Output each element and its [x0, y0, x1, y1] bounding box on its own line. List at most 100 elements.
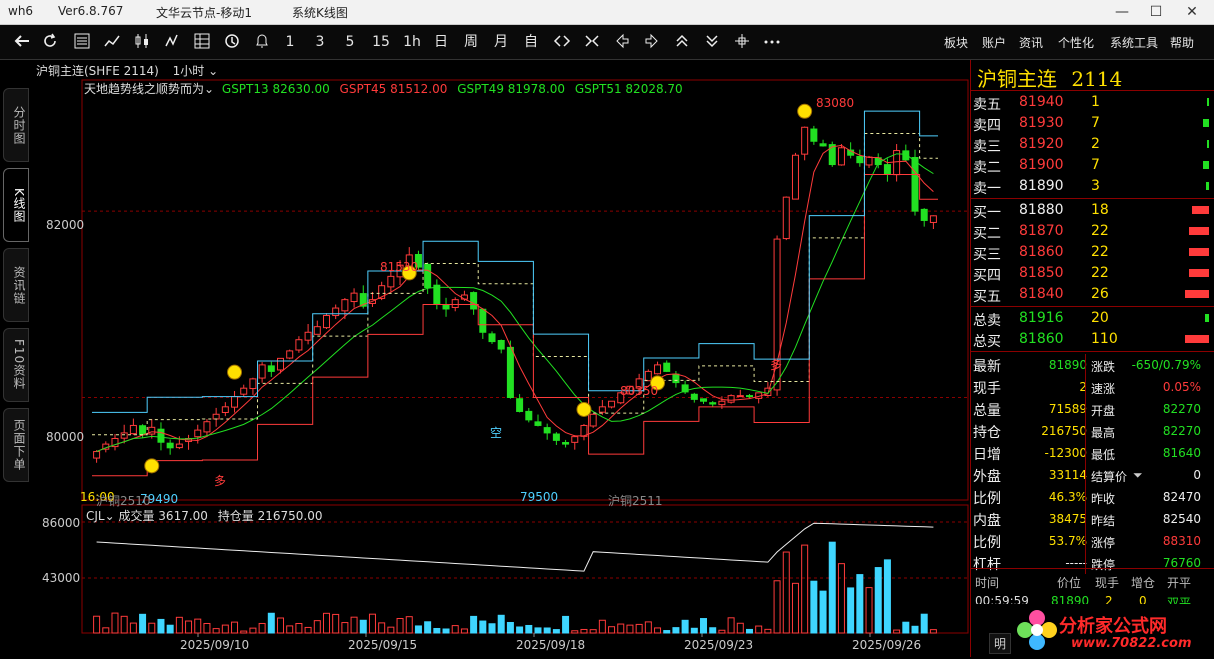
chevron-down-icon[interactable]: [702, 32, 722, 52]
scroll-left-icon[interactable]: [612, 32, 632, 52]
menu-personalize[interactable]: 个性化: [1058, 34, 1094, 51]
chevron-down-icon[interactable]: ⌄: [204, 64, 218, 78]
period-month-button[interactable]: 月: [492, 32, 510, 52]
order-book-row[interactable]: 买二 81870 22: [971, 221, 1214, 242]
trough-label: 79500: [520, 490, 559, 504]
chart-period[interactable]: 1小时: [173, 64, 205, 78]
menu-account[interactable]: 账户: [982, 34, 1006, 51]
period-3min-button[interactable]: 3: [312, 32, 328, 52]
period-15min-button[interactable]: 15: [370, 32, 392, 52]
volume-bar: [506, 621, 514, 634]
stat-key: 比例: [973, 491, 1001, 507]
book-level-label: 买一: [973, 205, 1001, 221]
more-icon[interactable]: [762, 32, 782, 52]
book-volume: 7: [1091, 157, 1100, 173]
volume-bar: [341, 622, 349, 634]
tab-details[interactable]: 明: [989, 633, 1012, 654]
list-icon[interactable]: [72, 32, 92, 52]
zoom-out-icon[interactable]: [582, 32, 602, 52]
volume-bar: [718, 629, 726, 634]
period-1min-button[interactable]: 1: [282, 32, 298, 52]
candle-body: [120, 432, 128, 439]
scroll-right-icon[interactable]: [642, 32, 662, 52]
candle-icon[interactable]: [132, 32, 152, 52]
order-book-row[interactable]: 卖五 81940 1: [971, 92, 1214, 113]
minimize-icon[interactable]: —: [1108, 2, 1136, 22]
volume-indicator-name[interactable]: CJL: [86, 509, 105, 523]
volume-bar: [286, 625, 294, 634]
candle-body: [700, 398, 708, 402]
maximize-icon[interactable]: ☐: [1142, 2, 1170, 22]
order-book-row[interactable]: 买五 81840 26: [971, 284, 1214, 305]
candle-body: [341, 299, 349, 312]
period-5min-button[interactable]: 5: [342, 32, 358, 52]
tab-timeshare[interactable]: 分时图: [3, 88, 29, 162]
stat-key: 最低: [1091, 448, 1116, 462]
tab-kline[interactable]: K线图: [3, 168, 29, 242]
line-chart-icon[interactable]: [102, 32, 122, 52]
volume-bar: [387, 626, 395, 634]
chevron-down-icon[interactable]: ⏷: [1133, 468, 1143, 483]
tick-chart-icon[interactable]: [162, 32, 182, 52]
back-arrow-icon[interactable]: [12, 32, 32, 52]
candle-body: [837, 147, 845, 166]
tab-order[interactable]: 页面下单: [3, 408, 29, 482]
order-book-row[interactable]: 买三 81860 22: [971, 242, 1214, 263]
table-icon[interactable]: [192, 32, 212, 52]
volume-bar: [1189, 227, 1209, 235]
cloud-sync-icon[interactable]: [222, 32, 242, 52]
order-book-row[interactable]: 卖二 81900 7: [971, 155, 1214, 176]
candle-body: [240, 387, 248, 395]
menu-system-tools[interactable]: 系统工具: [1110, 34, 1158, 51]
order-book-row[interactable]: 总卖 81916 20: [971, 308, 1214, 329]
chevron-up-icon[interactable]: [672, 32, 692, 52]
bell-icon[interactable]: [252, 32, 272, 52]
order-book-row[interactable]: 买四 81850 22: [971, 263, 1214, 284]
indicator-name[interactable]: 天地趋势线之顺势而为: [84, 82, 204, 96]
book-level-label: 买二: [973, 226, 1001, 242]
candle-body: [929, 215, 937, 223]
stat-key: 外盘: [973, 469, 1001, 485]
menu-help[interactable]: 帮助: [1170, 34, 1194, 51]
volume-bar: [874, 567, 882, 634]
tape-row: 00:59:59 81890 2 0 双平: [971, 590, 1214, 604]
close-icon[interactable]: ✕: [1178, 2, 1206, 22]
candle-body: [589, 413, 597, 427]
volume-bar: [221, 624, 229, 634]
period-week-button[interactable]: 周: [462, 32, 480, 52]
menu-sector[interactable]: 板块: [944, 34, 968, 51]
chevron-down-icon[interactable]: ⌄: [204, 82, 218, 96]
tab-news-chain[interactable]: 资讯链: [3, 248, 29, 322]
zoom-in-icon[interactable]: [552, 32, 572, 52]
tab-f10[interactable]: F10资料: [3, 328, 29, 402]
candle-body: [93, 451, 101, 459]
book-volume: 22: [1091, 244, 1109, 260]
kline-chart[interactable]: 沪铜主连(SHFE 2114) 1小时 ⌄ 天地趋势线之顺势而为⌄ GSPT13…: [30, 60, 970, 657]
chevron-down-icon[interactable]: ⌄: [105, 509, 119, 523]
candle-body: [460, 294, 468, 300]
volume-bar: [654, 627, 662, 634]
candle-body: [745, 395, 753, 398]
vol-tick-86000: 86000: [42, 516, 81, 530]
tape-qty: 2: [1105, 594, 1113, 604]
period-day-button[interactable]: 日: [432, 32, 450, 52]
period-custom-button[interactable]: 自: [522, 32, 540, 52]
order-book-row[interactable]: 卖一 81890 3: [971, 176, 1214, 197]
volume-bar: [249, 627, 257, 634]
order-book-row[interactable]: 买一 81880 18: [971, 200, 1214, 221]
quote-stat-row: 总量 71589 开盘 82270: [971, 398, 1214, 420]
menu-news[interactable]: 资讯: [1019, 34, 1043, 51]
order-book-row[interactable]: 卖三 81920 2: [971, 134, 1214, 155]
order-book-row[interactable]: 总买 81860 110: [971, 329, 1214, 350]
candle-body: [736, 395, 744, 398]
refresh-icon[interactable]: [40, 32, 60, 52]
candle-body: [332, 307, 340, 317]
volume-bar: [258, 622, 266, 634]
gspt45-value: GSPT45 81512.00: [339, 82, 448, 96]
crosshair-icon[interactable]: [732, 32, 752, 52]
period-1h-button[interactable]: 1h: [402, 32, 422, 52]
order-book-row[interactable]: 卖四 81930 7: [971, 113, 1214, 134]
candle-body: [911, 156, 919, 212]
volume-bar: [1203, 161, 1209, 169]
trend-step-line: [92, 173, 938, 477]
